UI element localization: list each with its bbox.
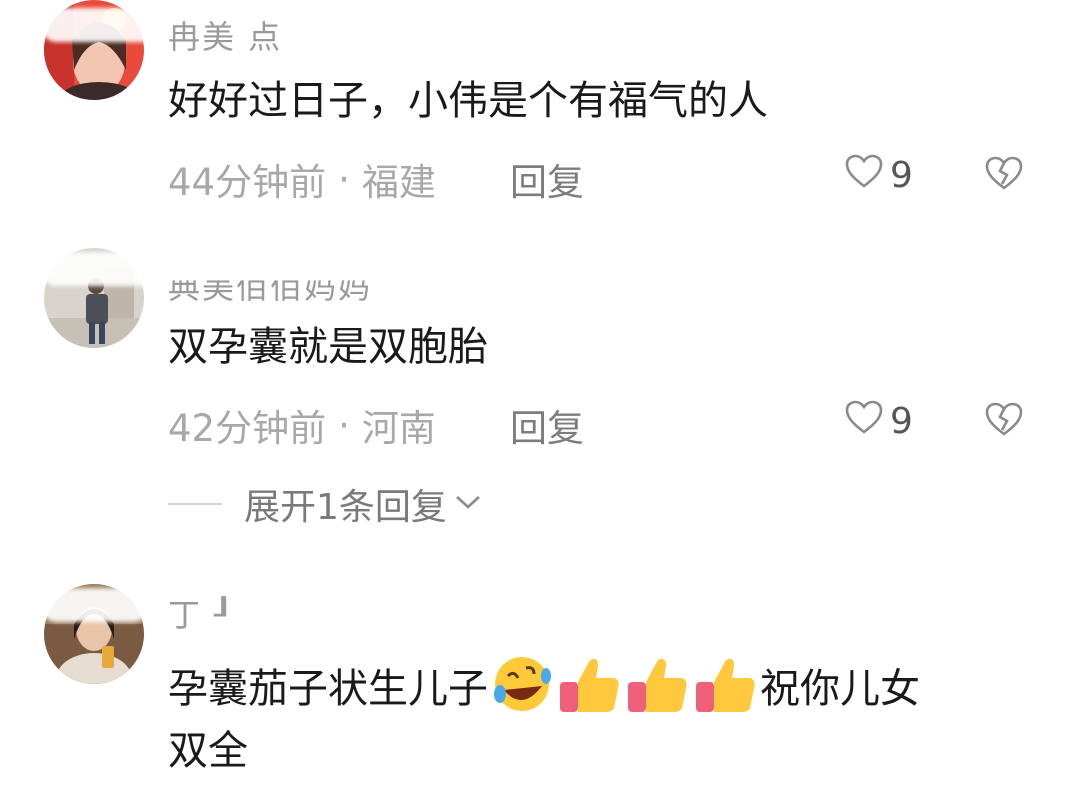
- meta-separator: ·: [338, 403, 350, 447]
- broken-heart-icon: [984, 156, 1024, 201]
- dislike-button[interactable]: [984, 400, 1024, 447]
- username[interactable]: 冉美 点: [168, 12, 282, 58]
- username-redaction: [40, 8, 180, 42]
- comment-text-part: 祝你儿女: [760, 666, 920, 712]
- thumbs-up-emoji: [626, 652, 690, 716]
- reply-button[interactable]: 回复: [510, 398, 584, 452]
- thumbs-up-emoji: [558, 652, 622, 716]
- heart-outline-icon: [844, 153, 884, 198]
- comment-text-part: 孕囊茄子状生儿子: [168, 666, 488, 712]
- comment-time: 42分钟前: [168, 407, 327, 450]
- broken-heart-icon: [984, 402, 1024, 447]
- username[interactable]: 典美佰佰妈妈: [168, 280, 372, 308]
- comment-text: 孕囊茄子状生儿子 祝你儿女双全: [168, 652, 1028, 782]
- username-redaction: [40, 588, 150, 622]
- comment-time: 44分钟前: [168, 161, 327, 204]
- heart-outline-icon: [844, 399, 884, 444]
- rolling-laughing-emoji: [490, 652, 554, 716]
- like-button[interactable]: 9: [844, 398, 913, 444]
- username[interactable]: 丁 ┚: [168, 590, 235, 636]
- comment-meta: 44分钟前 · 福建 回复 9: [168, 152, 1028, 204]
- meta-separator: ·: [338, 157, 350, 201]
- like-count: 9: [890, 400, 913, 442]
- comment-text: 好好过日子，小伟是个有福气的人: [168, 78, 768, 124]
- dislike-button[interactable]: [984, 154, 1024, 201]
- comment-text: 双孕囊就是双胞胎: [168, 324, 488, 370]
- comment-location: 河南: [361, 407, 436, 450]
- thumbs-up-emoji: [694, 652, 758, 716]
- expand-replies-button[interactable]: 展开1条回复: [168, 480, 483, 528]
- comment-meta: 42分钟前 · 河南 回复 9: [168, 398, 1028, 450]
- like-button[interactable]: 9: [844, 152, 913, 198]
- like-count: 9: [890, 154, 913, 196]
- reply-button[interactable]: 回复: [510, 152, 584, 206]
- divider-line: [168, 503, 222, 505]
- expand-replies-label: 展开1条回复: [244, 487, 447, 528]
- username-redaction: [40, 252, 190, 286]
- comment-text-part: 双全: [168, 728, 248, 774]
- comment-location: 福建: [361, 161, 436, 204]
- chevron-down-icon: [453, 492, 483, 516]
